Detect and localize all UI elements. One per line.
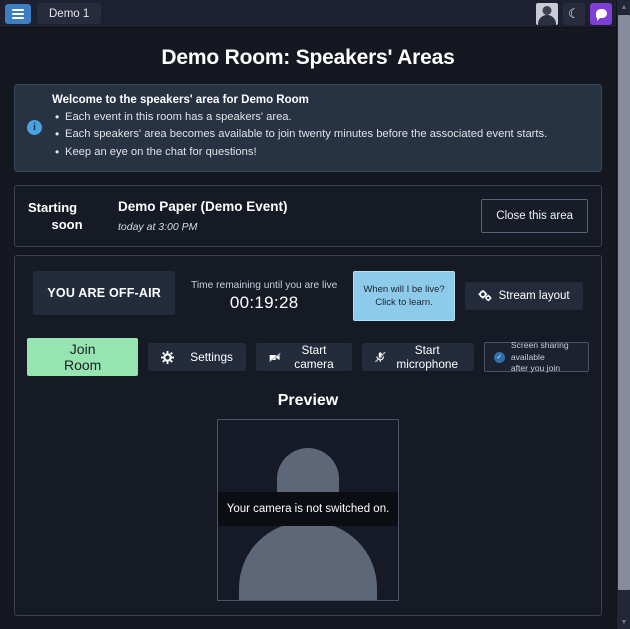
start-microphone-label: Start microphone	[396, 343, 459, 372]
user-avatar[interactable]	[536, 2, 558, 25]
event-status: Starting soon	[28, 199, 106, 234]
welcome-bullet-list: Each event in this room has a speakers' …	[52, 108, 589, 162]
video-camera-off-icon	[268, 352, 281, 362]
chat-toggle-button[interactable]	[590, 2, 612, 25]
timer-value: 00:19:28	[229, 292, 299, 312]
live-hint-line1: When will I be live?	[363, 283, 445, 295]
list-item: Each speakers' area becomes available to…	[52, 125, 589, 144]
event-details: Demo Paper (Demo Event) today at 3:00 PM	[106, 199, 481, 233]
event-name: Demo Paper (Demo Event)	[118, 199, 288, 215]
status-badge: YOU ARE OFF-AIR	[33, 271, 176, 316]
camera-off-message: Your camera is not switched on.	[226, 503, 390, 516]
page-title: Demo Room: Speakers' Areas	[161, 46, 455, 69]
hamburger-line	[12, 16, 24, 19]
camera-preview: Your camera is not switched on.	[217, 419, 399, 602]
hamburger-line	[12, 8, 24, 11]
camera-off-banner: Your camera is not switched on.	[218, 492, 398, 527]
screen-sharing-badge: ✓ Screen sharing available after you joi…	[483, 340, 589, 374]
screen-sharing-text: Screen sharing available after you join	[511, 340, 579, 374]
preview-heading: Preview	[277, 392, 339, 410]
welcome-heading: Welcome to the speakers' area for Demo R…	[52, 94, 309, 106]
speaker-stage-panel: YOU ARE OFF-AIR Time remaining until you…	[14, 255, 602, 617]
toolbar-actions: ☾	[536, 2, 624, 25]
welcome-body: Welcome to the speakers' area for Demo R…	[52, 94, 589, 162]
settings-button[interactable]: Settings	[148, 343, 246, 372]
hamburger-line	[12, 12, 24, 15]
list-item: Each event in this room has a speakers' …	[52, 108, 589, 127]
screen-sharing-line1: Screen sharing available	[510, 340, 569, 362]
microphone-off-icon	[375, 351, 386, 363]
stream-layout-button[interactable]: Stream layout	[464, 282, 583, 311]
media-controls-row: Join Room Settings Start camera Start mi…	[27, 338, 589, 377]
start-microphone-button[interactable]: Start microphone	[362, 343, 474, 372]
status-row: YOU ARE OFF-AIR Time remaining until you…	[27, 271, 589, 322]
join-room-button[interactable]: Join Room	[27, 338, 139, 377]
chat-bubble-icon	[595, 9, 607, 21]
browser-tab-label: Demo 1	[49, 7, 90, 20]
scroll-down-arrow-icon[interactable]: ▼	[617, 615, 630, 629]
event-status-line1: Starting	[28, 199, 78, 215]
browser-tab-demo-1[interactable]: Demo 1	[37, 3, 102, 24]
moon-icon: ☾	[568, 6, 580, 21]
browser-toolbar: Demo 1 ☾	[0, 0, 630, 28]
info-icon: i	[27, 120, 42, 136]
avatar-body	[538, 14, 556, 25]
event-header-bar: Starting soon Demo Paper (Demo Event) to…	[14, 185, 602, 248]
live-hint-line2: Click to learn.	[375, 297, 433, 309]
scrollbar-thumb[interactable]	[618, 15, 630, 590]
gear-icon	[161, 350, 175, 364]
check-circle-icon: ✓	[493, 351, 505, 363]
timer-label: Time remaining until you are live	[191, 279, 338, 291]
when-will-i-be-live-button[interactable]: When will I be live? Click to learn.	[353, 271, 455, 322]
welcome-info-panel: i Welcome to the speakers' area for Demo…	[14, 84, 602, 173]
avatar-head	[542, 5, 552, 15]
countdown-timer: Time remaining until you are live 00:19:…	[185, 271, 343, 321]
event-status-line2: soon	[51, 217, 83, 233]
dark-mode-toggle[interactable]: ☾	[563, 2, 585, 25]
screen-sharing-line2: after you join	[510, 362, 561, 373]
start-camera-label: Start camera	[294, 343, 334, 372]
settings-label-text: Settings	[190, 350, 233, 365]
user-silhouette-body	[239, 522, 377, 601]
scroll-up-arrow-icon[interactable]: ▲	[617, 0, 630, 14]
event-time: today at 3:00 PM	[118, 221, 198, 234]
gears-icon	[478, 290, 492, 302]
page-scrollbar[interactable]: ▲ ▼	[616, 0, 630, 629]
stream-layout-label: Stream layout	[498, 290, 570, 303]
start-camera-button[interactable]: Start camera	[255, 343, 353, 372]
page-content: Demo Room: Speakers' Areas i Welcome to …	[0, 29, 616, 629]
hamburger-menu-icon[interactable]	[5, 3, 31, 24]
list-item: Keep an eye on the chat for questions!	[52, 143, 589, 162]
close-this-area-button[interactable]: Close this area	[481, 199, 588, 234]
